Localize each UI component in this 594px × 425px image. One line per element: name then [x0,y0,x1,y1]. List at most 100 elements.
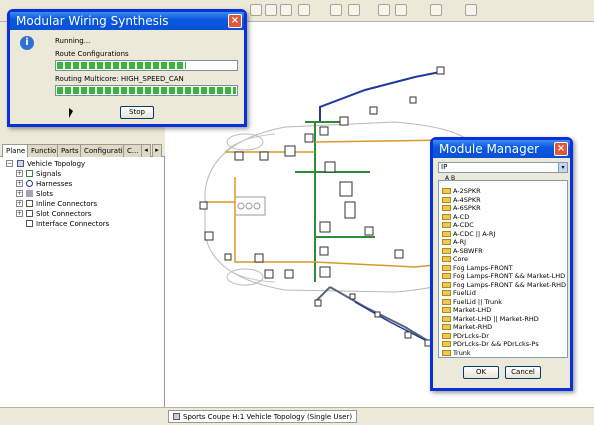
module-list-item[interactable]: FuelLid [442,289,476,298]
module-list-item[interactable]: A-RJ [442,238,466,247]
module-list-item[interactable]: Market-LHD || Market-RHD [442,315,539,324]
tree-item-label: Harnesses [36,180,73,188]
module-list-item[interactable]: Fog Lamps-FRONT [442,264,513,273]
synthesis-dialog: Modular Wiring Synthesis × i Running... … [7,9,247,127]
harness-icon [26,180,33,187]
module-list-item[interactable]: A-CDC [442,221,474,230]
folder-icon [442,196,451,203]
folder-icon [442,290,451,296]
expand-icon[interactable]: + [16,180,23,187]
module-manager-dialog: Module Manager × IP ▾ A B A-2SPKR A-4SPKR… [430,137,573,391]
module-list-item[interactable]: A-2SPKR [442,187,481,196]
harness-icon[interactable] [465,4,477,16]
ok-button[interactable]: OK [463,366,499,379]
module-list-item[interactable]: Fog Lamps-FRONT && Market-LHD [442,272,565,281]
folder-icon [442,281,451,288]
close-icon[interactable]: × [554,142,568,156]
module-list-item[interactable]: Trunk [442,349,471,358]
module-list-item[interactable]: PDrLcks-Dr [442,332,489,341]
folder-icon [442,349,451,356]
module-list-item[interactable]: A-6SPKR [442,204,481,213]
folder-icon [442,315,451,322]
expand-icon[interactable]: + [16,190,23,197]
module-list-item[interactable]: A-CDC || A-RJ [442,230,495,239]
folder-icon [442,256,451,262]
tab-plane[interactable]: Plane [2,144,30,157]
info-icon: i [20,36,34,50]
task1-progress-bar [55,60,238,71]
folder-icon [442,239,451,245]
folder-icon [442,205,451,211]
module-item-label: Market-LHD || Market-RHD [453,314,539,323]
tab-scroll-right-icon[interactable]: ▸ [152,144,162,157]
tree-item-label: Inline Connectors [36,200,98,208]
tree-item-label: Slots [36,190,54,198]
folder-icon [442,213,451,220]
grid-icon[interactable] [298,4,310,16]
expand-icon[interactable]: + [16,170,23,177]
module-item-label: A-CDC || A-RJ [453,229,496,238]
tree-tabs: Plane Function Parts Configuration C... … [0,143,165,157]
module-item-label: Fog Lamps-FRONT [453,263,513,272]
folder-icon [442,264,451,271]
folder-icon [442,273,451,279]
tab-parts[interactable]: Parts [57,144,83,157]
module-item-label: A-4SPKR [453,195,481,204]
module-list-item[interactable]: A-SBWFR [442,247,483,256]
wire-icon[interactable] [348,4,360,16]
chevron-down-icon[interactable]: ▾ [558,163,567,172]
module-list-item[interactable]: Fog Lamps-FRONT && Market-RHD [442,281,566,290]
tree-item-label: Signals [36,170,62,178]
slot-icon [26,190,33,197]
magnify-icon[interactable] [250,4,262,16]
connector-icon [26,210,33,217]
module-list-item[interactable]: A-CD [442,213,469,222]
module-item-label: A-RJ [453,238,467,246]
close-icon[interactable]: × [228,14,242,28]
component-icon[interactable] [265,4,277,16]
status-bar: Sports Coupe H:1 Vehicle Topology (Singl… [0,407,594,425]
module-list[interactable]: A-2SPKR A-4SPKR A-6SPKR A-CD A-CDC A-CDC || A… [438,180,568,358]
cancel-button[interactable]: Cancel [505,366,541,379]
module-list-item[interactable]: FuelLid || Trunk [442,298,502,307]
module-manager-title: Module Manager [433,140,570,158]
text-icon[interactable] [430,4,442,16]
stop-button[interactable]: Stop [120,106,154,119]
module-list-item[interactable]: PDrLcks-Dr && PDrLcks-Ps [442,340,539,349]
module-item-label: PDrLcks-Dr [453,331,489,340]
tree-item-label: Interface Connectors [36,220,110,228]
module-list-item[interactable]: Core [442,255,468,264]
tree-panel: Plane Function Parts Configuration C... … [0,143,165,407]
expand-icon[interactable]: + [16,210,23,217]
module-list-item[interactable]: Market-RHD [442,323,492,332]
editor-tab[interactable]: Sports Coupe H:1 Vehicle Topology (Singl… [168,410,358,423]
module-item-label: Market-RHD [453,323,493,331]
synthesis-dialog-title: Modular Wiring Synthesis [10,12,244,30]
filter-combo[interactable]: IP ▾ [438,162,568,173]
pointer-icon[interactable] [280,4,292,16]
status-text: Running... [55,37,91,45]
module-list-item[interactable]: A-4SPKR [442,196,481,205]
tab-scroll-left-icon[interactable]: ◂ [141,144,151,157]
module-item-label: PDrLcks-Dr && PDrLcks-Ps [453,340,539,348]
expand-icon[interactable]: + [16,200,23,207]
module-item-label: A-6SPKR [453,204,481,212]
module-item-label: A-2SPKR [453,187,481,195]
ruler-icon[interactable] [330,4,342,16]
zoom-icon[interactable] [395,4,407,16]
topology-icon [17,160,24,167]
module-item-label: A-SBWFR [453,246,483,255]
task2-progress-fill [57,87,236,94]
folder-icon [442,222,451,228]
task1-progress-fill [57,62,186,69]
tab-more[interactable]: C... [123,144,143,157]
editor-tab-icon [173,413,180,420]
module-item-label: A-CDC [453,221,474,229]
settings-icon[interactable] [378,4,390,16]
connector-icon [26,200,33,207]
module-list-item[interactable]: Market-LHD [442,306,491,315]
collapse-icon[interactable]: − [6,160,13,167]
task2-label: Routing Multicore: HIGH_SPEED_CAN [55,75,184,83]
editor-tab-label: Sports Coupe H:1 Vehicle Topology (Singl… [183,413,353,421]
folder-icon [442,324,451,330]
